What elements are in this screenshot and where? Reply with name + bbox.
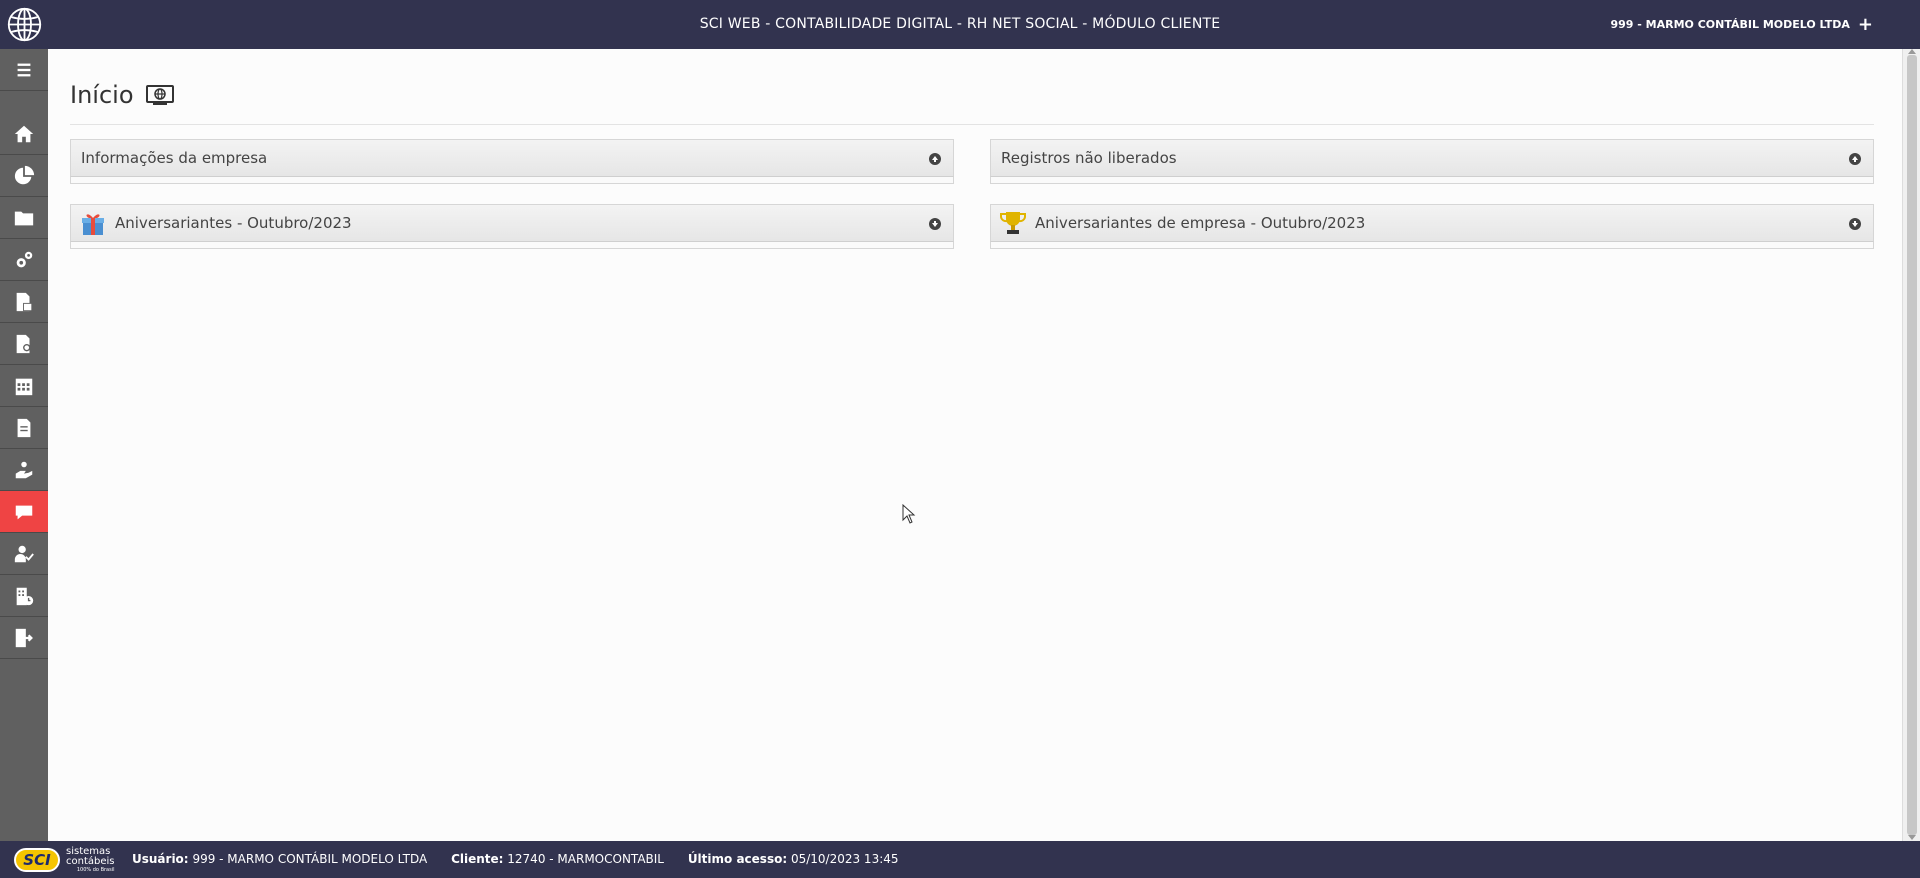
- panel-body: [990, 242, 1874, 249]
- document-icon: [17, 418, 31, 437]
- sidebar-menu-toggle[interactable]: [0, 49, 48, 91]
- user-check-icon: [14, 545, 34, 562]
- collapse-down-icon[interactable]: [1849, 218, 1861, 230]
- brand-line1: sistemas: [66, 845, 111, 857]
- sci-logo: SCI sistemas contábeis 100% do Brasil: [14, 845, 115, 875]
- panel-unreleased-records[interactable]: Registros não liberados: [990, 139, 1874, 184]
- panel-title: Aniversariantes de empresa - Outubro/202…: [1035, 214, 1366, 232]
- logo-badge: SCI: [14, 848, 60, 872]
- document-chart-icon: [16, 292, 33, 311]
- hand-people-icon: [15, 461, 33, 478]
- sidebar-item-files[interactable]: [0, 197, 48, 239]
- top-bar: SCI WEB - CONTABILIDADE DIGITAL - RH NET…: [0, 0, 1920, 49]
- session-info: Usuário: 999 - MARMO CONTÁBIL MODELO LTD…: [132, 841, 919, 878]
- panel-company-info[interactable]: Informações da empresa: [70, 139, 954, 184]
- building-clock-icon: [16, 587, 34, 605]
- gift-icon: [82, 214, 104, 235]
- title-divider: [70, 124, 1874, 125]
- monitor-globe-icon[interactable]: [145, 84, 174, 106]
- panel-body: [70, 177, 954, 184]
- expand-up-icon[interactable]: [1849, 153, 1861, 165]
- panel-body: [70, 242, 954, 249]
- panel-title: Aniversariantes - Outubro/2023: [115, 214, 352, 232]
- panel-title: Registros não liberados: [1001, 149, 1177, 167]
- page-title: Início: [70, 81, 174, 109]
- sidebar-item-settings[interactable]: [0, 239, 48, 281]
- panel-header[interactable]: Aniversariantes de empresa - Outubro/202…: [990, 204, 1874, 242]
- cliente-value: 12740 - MARMOCONTABIL: [507, 852, 664, 866]
- sidebar-item-logout[interactable]: [0, 617, 48, 659]
- panel-header[interactable]: Informações da empresa: [70, 139, 954, 177]
- trophy-icon: [1000, 212, 1026, 234]
- sidebar-item-search-docs[interactable]: [0, 323, 48, 365]
- expand-up-icon[interactable]: [929, 153, 941, 165]
- main-content: Início Informações da empresa Registros …: [48, 49, 1902, 841]
- exit-icon: [15, 628, 33, 647]
- scrollbar-thumb[interactable]: [1907, 55, 1917, 835]
- sidebar-item-social[interactable]: [0, 449, 48, 491]
- document-search-icon: [16, 334, 31, 353]
- folder-icon: [14, 211, 34, 225]
- usuario-label: Usuário:: [132, 852, 189, 866]
- brand-small: 100% do Brasil: [76, 866, 115, 873]
- pie-chart-icon: [14, 165, 35, 184]
- panel-body: [990, 177, 1874, 184]
- sidebar-item-messages[interactable]: [0, 491, 48, 533]
- status-footer: SCI sistemas contábeis 100% do Brasil Us…: [0, 841, 1920, 878]
- sidebar-item-reports[interactable]: [0, 281, 48, 323]
- company-name: 999 - MARMO CONTÁBIL MODELO LTDA: [1610, 18, 1850, 31]
- scroll-up-icon[interactable]: [1908, 49, 1916, 54]
- plus-icon[interactable]: +: [1858, 15, 1873, 34]
- sidebar-item-companies[interactable]: [0, 575, 48, 617]
- brand-line2: contábeis: [66, 855, 115, 867]
- logo-brand: sistemas contábeis 100% do Brasil: [66, 845, 115, 874]
- sidebar: [0, 49, 48, 841]
- panel-title: Informações da empresa: [81, 149, 268, 167]
- calendar-icon: [15, 378, 33, 395]
- gears-icon: [16, 251, 33, 267]
- panel-header[interactable]: Aniversariantes - Outubro/2023: [70, 204, 954, 242]
- sidebar-item-home[interactable]: [0, 113, 48, 155]
- panel-birthdays[interactable]: Aniversariantes - Outubro/2023: [70, 204, 954, 249]
- vertical-scrollbar[interactable]: [1902, 49, 1920, 841]
- page-title-text: Início: [70, 81, 134, 109]
- home-icon: [14, 125, 34, 142]
- ultimo-acesso-value: 05/10/2023 13:45: [790, 852, 899, 866]
- mouse-cursor-icon: [902, 504, 916, 524]
- chat-icon: [15, 505, 33, 519]
- collapse-down-icon[interactable]: [929, 218, 941, 230]
- sidebar-item-calendar[interactable]: [0, 365, 48, 407]
- sidebar-item-documents[interactable]: [0, 407, 48, 449]
- sidebar-item-users[interactable]: [0, 533, 48, 575]
- panel-header[interactable]: Registros não liberados: [990, 139, 1874, 177]
- panel-company-anniversaries[interactable]: Aniversariantes de empresa - Outubro/202…: [990, 204, 1874, 249]
- company-selector[interactable]: 999 - MARMO CONTÁBIL MODELO LTDA +: [1610, 0, 1873, 49]
- usuario-value: 999 - MARMO CONTÁBIL MODELO LTDA: [192, 852, 428, 866]
- menu-icon: [17, 63, 31, 76]
- cliente-label: Cliente:: [451, 852, 504, 866]
- ultimo-acesso-label: Último acesso:: [687, 852, 788, 866]
- sidebar-item-dashboard[interactable]: [0, 155, 48, 197]
- scroll-down-icon[interactable]: [1908, 835, 1916, 840]
